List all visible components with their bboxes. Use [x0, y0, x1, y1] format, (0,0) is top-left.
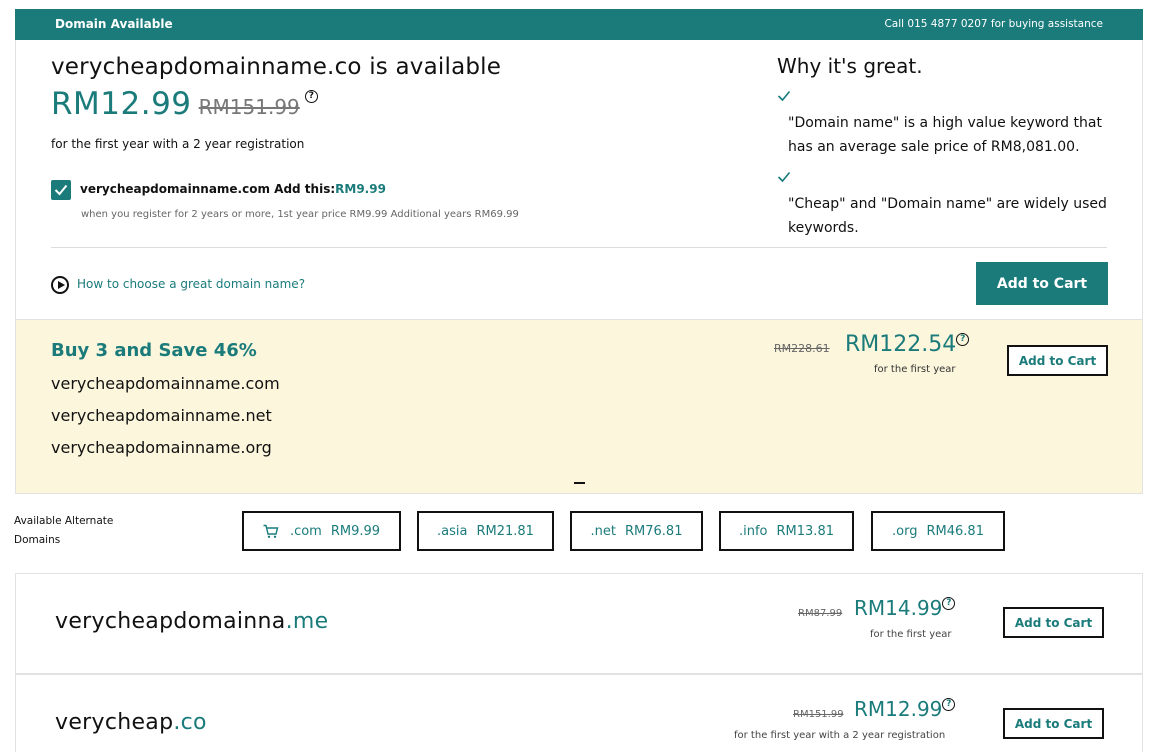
addon-price: RM9.99	[335, 182, 386, 196]
domain-tld: .co	[173, 710, 207, 735]
addon-label: verycheapdomainname.com Add this:	[80, 182, 336, 196]
chip-tld: .asia	[437, 523, 468, 539]
original-price: RM151.99	[198, 95, 300, 119]
suggested-domain[interactable]: verycheapdomainna.me	[55, 609, 328, 634]
why-item: "Domain name" is a high value keyword th…	[777, 90, 1117, 159]
chip-price: RM76.81	[625, 523, 683, 539]
check-icon	[777, 171, 791, 183]
bundle-title: Buy 3 and Save 46%	[51, 340, 257, 361]
main-domain-card: verycheapdomainname.co is available RM12…	[15, 40, 1143, 320]
question-icon[interactable]: ?	[942, 698, 956, 711]
registration-term-note: for the first year with a 2 year registr…	[51, 137, 305, 151]
why-title: Why it's great.	[777, 54, 923, 78]
domain-available-banner: Domain Available Call 015 4877 0207 for …	[15, 9, 1143, 40]
suggestion-price: RM12.99	[854, 697, 943, 721]
current-price: RM12.99	[51, 86, 192, 122]
chip-tld: .info	[739, 523, 768, 539]
addon-checkbox[interactable]	[51, 180, 71, 200]
add-to-cart-button[interactable]: Add to Cart	[976, 262, 1108, 305]
chip-tld: .org	[892, 523, 918, 539]
availability-headline: verycheapdomainname.co is available	[51, 54, 502, 80]
why-item-text: "Domain name" is a high value keyword th…	[788, 115, 1102, 155]
question-icon[interactable]: ?	[956, 333, 970, 346]
alternate-domains-label: Available Alternate Domains	[14, 515, 114, 546]
why-item-text: "Cheap" and "Domain name" are widely use…	[788, 196, 1107, 236]
how-to-choose-text[interactable]: How to choose a great domain name?	[77, 277, 305, 291]
chip-price: RM21.81	[476, 523, 534, 539]
suggestion-price: RM14.99	[854, 596, 943, 620]
alt-domain-chip-asia[interactable]: .asia RM21.81	[417, 511, 554, 551]
check-icon	[54, 184, 68, 196]
collapse-icon[interactable]	[574, 482, 585, 484]
domain-base: verycheap	[55, 710, 174, 735]
suggestion-price-row: RM14.99?	[854, 596, 956, 620]
alt-domain-chip-info[interactable]: .info RM13.81	[719, 511, 854, 551]
domain-tld: .me	[285, 609, 329, 634]
question-icon[interactable]: ?	[942, 597, 956, 610]
bundle-offer: Buy 3 and Save 46% verycheapdomainname.c…	[15, 320, 1143, 494]
alt-domain-chip-com[interactable]: .com RM9.99	[242, 511, 401, 551]
buying-assistance-text: Call 015 4877 0207 for buying assistance	[884, 18, 1103, 30]
bundle-domain: verycheapdomainname.org	[51, 438, 272, 457]
price-row: RM12.99 RM151.99 ?	[51, 86, 318, 126]
chip-price: RM13.81	[776, 523, 834, 539]
chip-tld: .com	[289, 523, 322, 539]
suggestion-term: for the first year with a 2 year registr…	[734, 730, 946, 741]
alt-domain-chip-org[interactable]: .org RM46.81	[871, 511, 1005, 551]
suggestion-price-row: RM12.99?	[854, 697, 956, 721]
alt-domain-chip-net[interactable]: .net RM76.81	[570, 511, 703, 551]
bundle-original-price: RM228.61	[774, 342, 830, 355]
suggested-domain[interactable]: verycheap.co	[55, 710, 207, 735]
divider	[51, 247, 1107, 248]
domain-base: verycheapdomainna	[55, 609, 286, 634]
bundle-add-to-cart-button[interactable]: Add to Cart	[1007, 345, 1108, 376]
check-icon	[777, 90, 791, 102]
suggestion-original-price: RM151.99	[793, 709, 844, 720]
addon-pricing-note: when you register for 2 years or more, 1…	[81, 209, 519, 220]
bundle-term: for the first year	[874, 364, 956, 375]
cart-icon	[263, 524, 279, 538]
suggestion-term: for the first year	[870, 629, 952, 640]
suggestion-card: verycheapdomainna.me RM87.99 RM14.99? fo…	[15, 573, 1143, 674]
chip-tld: .net	[590, 523, 616, 539]
bundle-price: RM122.54	[845, 332, 957, 357]
addon-label-line: verycheapdomainname.com Add this:RM9.99	[80, 182, 386, 196]
bundle-domain: verycheapdomainname.net	[51, 406, 272, 425]
why-its-great-panel: Why it's great. "Domain name" is a high …	[777, 54, 1117, 240]
bundle-price-row: RM122.54?	[845, 332, 970, 357]
suggestion-original-price: RM87.99	[798, 608, 843, 619]
suggestion-add-to-cart-button[interactable]: Add to Cart	[1003, 708, 1104, 739]
why-item: "Cheap" and "Domain name" are widely use…	[777, 171, 1117, 240]
suggestion-add-to-cart-button[interactable]: Add to Cart	[1003, 607, 1104, 638]
play-icon[interactable]	[51, 276, 69, 294]
suggestion-card: verycheap.co RM151.99 RM12.99? for the f…	[15, 674, 1143, 752]
banner-title: Domain Available	[55, 17, 173, 31]
chip-price: RM9.99	[330, 523, 381, 539]
chip-price: RM46.81	[926, 523, 984, 539]
question-icon[interactable]: ?	[304, 90, 318, 103]
bundle-domain: verycheapdomainname.com	[51, 374, 280, 393]
